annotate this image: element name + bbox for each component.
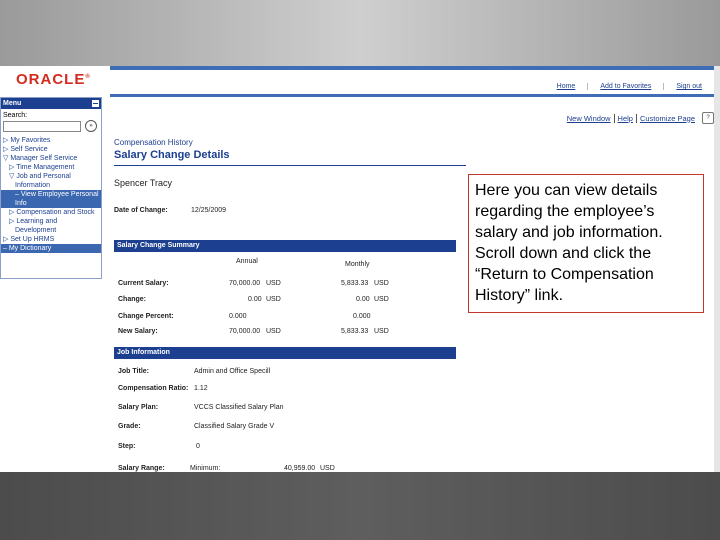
menu-item-my-favorites[interactable]: ▷ My Favorites <box>1 136 101 145</box>
salary-summary-header: Salary Change Summary <box>114 240 456 252</box>
salary-annual: 0.00 <box>248 296 262 303</box>
menu-item-compensation-stock[interactable]: ▷ Compensation and Stock <box>1 208 101 217</box>
page-title: Salary Change Details <box>114 149 230 161</box>
salary-monthly: 5,833.33 <box>341 280 369 287</box>
home-link[interactable]: Home <box>545 83 588 90</box>
salary-monthly: 0.00 <box>356 296 370 303</box>
salary-row: Current Salary: <box>118 280 169 287</box>
salary-monthly-cur: USD <box>374 280 389 287</box>
salary-monthly: 0.000 <box>353 313 371 320</box>
slide-top-band <box>0 0 720 66</box>
salary-annual: 70,000.00 <box>229 328 261 335</box>
menu-item-view-employee-personal[interactable]: – View Employee Personal <box>1 190 101 199</box>
menu-item-self-service[interactable]: ▷ Self Service <box>1 145 101 154</box>
vertical-scrollbar[interactable] <box>714 66 720 472</box>
salary-row: Change: <box>118 296 146 303</box>
col-annual: Annual <box>236 258 258 265</box>
callout-text: Here you can view details regarding the … <box>475 182 663 304</box>
slide-bottom-band <box>0 472 720 540</box>
salary-monthly-cur: USD <box>374 296 389 303</box>
salary-annual-cur: USD <box>266 280 281 287</box>
instruction-callout: Here you can view details regarding the … <box>468 174 704 313</box>
date-of-change-row: Date of Change: 12/25/2009 <box>114 207 466 214</box>
salary-annual-cur: USD <box>266 328 281 335</box>
help-link[interactable]: Help <box>613 113 636 123</box>
salary-row: New Salary: <box>118 328 158 335</box>
menu-item-job-personal-cont[interactable]: Information <box>1 181 101 190</box>
salary-row: Change Percent: <box>118 313 174 320</box>
salary-range-min-value: 40,959.00 <box>284 465 316 472</box>
menu-item-my-dictionary[interactable]: – My Dictionary <box>1 244 101 253</box>
job-value: 1.12 <box>194 385 208 392</box>
employee-name: Spencer Tracy <box>114 178 173 188</box>
salary-monthly-cur: USD <box>374 328 389 335</box>
menu-title: Menu <box>1 98 101 109</box>
menu-item-set-up-hrms[interactable]: ▷ Set Up HRMS <box>1 235 101 244</box>
salary-annual: 0.000 <box>229 313 247 320</box>
job-value: VCCS Classified Salary Plan <box>194 404 284 411</box>
job-row: Salary Plan: <box>118 404 159 411</box>
salary-monthly: 5,833.33 <box>341 328 369 335</box>
sign-out-link[interactable]: Sign out <box>663 83 714 90</box>
add-to-favorites-link[interactable]: Add to Favorites <box>587 83 663 90</box>
menu-list: ▷ My Favorites ▷ Self Service ▽ Manager … <box>1 136 101 253</box>
page-links: New Window Help Customize Page ? <box>564 112 714 124</box>
job-row: Job Title: <box>118 368 149 375</box>
content-area: Compensation History Salary Change Detai… <box>114 138 466 214</box>
search-go-icon[interactable]: » <box>85 120 97 132</box>
breadcrumb: Compensation History <box>114 138 193 147</box>
date-of-change-value: 12/25/2009 <box>191 207 227 214</box>
salary-range-row: Salary Range: <box>118 465 165 472</box>
customize-page-link[interactable]: Customize Page <box>635 113 698 123</box>
menu-item-learning-cont[interactable]: Development <box>1 226 101 235</box>
job-value: Classified Salary Grade V <box>194 423 275 430</box>
menu-panel: Menu Search: » ▷ My Favorites ▷ Self Ser… <box>0 97 102 279</box>
date-of-change-label: Date of Change: <box>114 207 168 214</box>
top-links: Home Add to Favorites Sign out <box>545 83 714 90</box>
menu-search-label: Search: <box>3 112 28 119</box>
job-value: Admin and Office Specill <box>194 368 271 375</box>
page-help-icon[interactable]: ? <box>702 112 714 124</box>
menu-item-learning[interactable]: ▷ Learning and <box>1 217 101 226</box>
menu-item-manager-self-service[interactable]: ▽ Manager Self Service <box>1 154 101 163</box>
menu-item-job-personal[interactable]: ▽ Job and Personal <box>1 172 101 181</box>
menu-search-row: » <box>1 120 101 132</box>
new-window-link[interactable]: New Window <box>564 114 614 123</box>
menu-item-time-management[interactable]: ▷ Time Management <box>1 163 101 172</box>
job-row: Compensation Ratio: <box>118 385 189 392</box>
salary-annual-cur: USD <box>266 296 281 303</box>
collapse-icon[interactable] <box>92 100 99 107</box>
title-rule <box>114 165 466 166</box>
app-header: ORACLE® Home Add to Favorites Sign out <box>0 66 720 94</box>
oracle-logo: ORACLE® <box>16 71 91 88</box>
menu-search-input[interactable] <box>3 120 81 132</box>
salary-annual: 70,000.00 <box>229 280 261 287</box>
salary-range-min-cur: USD <box>320 465 335 472</box>
job-row: Grade: <box>118 423 141 430</box>
job-row: Step: <box>118 443 136 450</box>
header-divider <box>110 94 720 97</box>
menu-item-view-employee-personal-cont[interactable]: Info <box>1 199 101 208</box>
col-monthly: Monthly <box>345 261 370 268</box>
job-value: 0 <box>196 443 200 450</box>
salary-range-min-label: Minimum: <box>190 465 221 472</box>
header-top-bar <box>110 66 720 70</box>
job-info-header: Job Information <box>114 347 456 359</box>
